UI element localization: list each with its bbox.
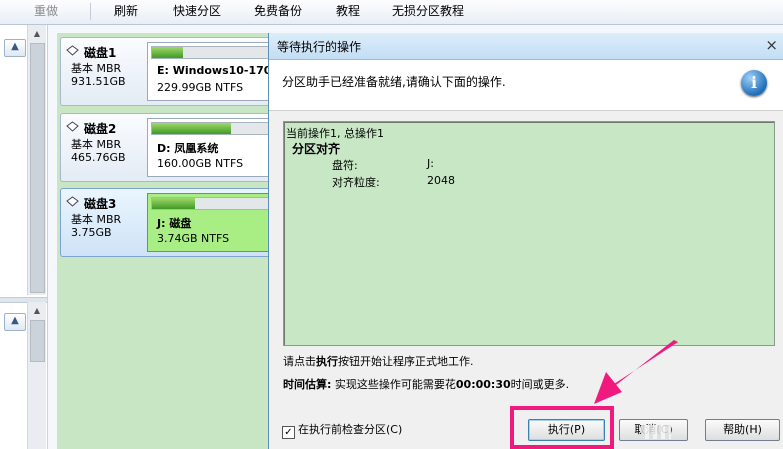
- disk-name: 磁盘1: [84, 46, 117, 60]
- disk-size: 931.51GB: [71, 75, 126, 88]
- hint-prefix: 请点击: [283, 355, 316, 368]
- disk-icon: [66, 196, 79, 207]
- usage-fill: [152, 47, 183, 58]
- annotation-arrow-icon: [594, 340, 678, 404]
- help-button[interactable]: 帮助(H): [705, 419, 780, 441]
- usage-fill: [152, 123, 232, 134]
- operation-key: 对齐粒度:: [332, 176, 380, 189]
- operation-key: 盘符:: [332, 159, 358, 172]
- scrollbar-thumb[interactable]: [30, 43, 45, 293]
- disk-type: 基本 MBR: [71, 213, 122, 226]
- time-estimate: 时间估算: 实现这些操作可能需要花00:00:30时间或更多.: [283, 376, 569, 392]
- pending-operations-dialog: 等待执行的操作 × •••• 分区助手已经准备就绪,请确认下面的操作. i 当前…: [268, 33, 783, 449]
- redo-button[interactable]: 重做: [22, 0, 70, 24]
- checkbox-label: 在执行前检查分区(C): [298, 423, 403, 436]
- disk-name: 磁盘2: [84, 122, 117, 136]
- left-panel: ▲ ▲ ▲ ▲: [0, 25, 48, 449]
- disk-type: 基本 MBR: [71, 62, 122, 75]
- instruction-text: 请点击执行按钮开始让程序正式地工作.: [283, 353, 474, 369]
- toolbar: 重做 刷新 快速分区 免费备份 教程 无损分区教程: [0, 0, 783, 25]
- toolbar-separator: [90, 3, 91, 20]
- lossless-partition-tutorial-button[interactable]: 无损分区教程: [380, 0, 476, 24]
- operation-value: 2048: [427, 174, 455, 187]
- collapse-up-icon-2[interactable]: ▲: [4, 313, 26, 331]
- check-partition-option[interactable]: ✓ 在执行前检查分区(C): [282, 421, 402, 439]
- dialog-title: 等待执行的操作: [277, 40, 362, 54]
- left-panel-scrollbar-2[interactable]: ▲: [27, 302, 46, 449]
- disk-type: 基本 MBR: [71, 138, 122, 151]
- scroll-up-icon[interactable]: ▲: [28, 27, 46, 41]
- operation-title: 分区对齐: [292, 142, 341, 156]
- estimate-suffix: 时间或更多.: [510, 378, 570, 391]
- check-partition-checkbox[interactable]: ✓: [282, 426, 295, 439]
- left-panel-scrollbar[interactable]: ▲: [27, 25, 46, 295]
- tutorial-button[interactable]: 教程: [324, 0, 372, 24]
- partition-info: 229.99GB NTFS: [157, 81, 244, 94]
- disk-name: 磁盘3: [84, 197, 117, 211]
- collapse-up-icon[interactable]: ▲: [4, 39, 26, 57]
- pixelation-overlay: [641, 425, 671, 439]
- scroll-up-icon-2[interactable]: ▲: [28, 304, 46, 318]
- usage-fill: [152, 198, 196, 209]
- close-icon[interactable]: ×: [765, 36, 778, 54]
- refresh-button[interactable]: 刷新: [102, 0, 150, 24]
- disk-icon: [66, 121, 79, 132]
- hint-bold: 执行: [316, 355, 338, 368]
- estimate-time: 00:00:30: [455, 378, 511, 391]
- operations-list: 当前操作1, 总操作1 分区对齐 盘符: J: 对齐粒度: 2048: [283, 121, 775, 346]
- execute-highlight-box: [510, 406, 614, 449]
- partition-info: 3.74GB NTFS: [157, 232, 230, 245]
- partition-name: D: 凤凰系统: [157, 142, 219, 155]
- header-text: 分区助手已经准备就绪,请确认下面的操作.: [282, 75, 506, 89]
- partition-name: J: 磁盘: [157, 217, 192, 230]
- operation-value: J:: [427, 157, 434, 170]
- disk-map: 磁盘1 基本 MBR 931.51GB E: Windows10-17025 2…: [57, 33, 339, 449]
- scrollbar-thumb-2[interactable]: [30, 320, 45, 362]
- free-backup-button[interactable]: 免费备份: [242, 0, 314, 24]
- estimate-label: 时间估算:: [283, 378, 332, 391]
- dialog-header: 分区助手已经准备就绪,请确认下面的操作. i: [269, 60, 783, 111]
- quick-partition-button[interactable]: 快速分区: [161, 0, 233, 24]
- disk-size: 465.76GB: [71, 151, 126, 164]
- operation-counter: 当前操作1, 总操作1: [286, 127, 384, 140]
- hint-suffix: 按钮开始让程序正式地工作.: [338, 355, 474, 368]
- info-icon: i: [741, 70, 767, 96]
- dialog-titlebar[interactable]: 等待执行的操作 ×: [269, 33, 783, 60]
- estimate-prefix: 实现这些操作可能需要花: [331, 378, 456, 391]
- partition-info: 160.00GB NTFS: [157, 157, 244, 170]
- disk-icon: [66, 45, 79, 56]
- disk-size: 3.75GB: [71, 226, 112, 239]
